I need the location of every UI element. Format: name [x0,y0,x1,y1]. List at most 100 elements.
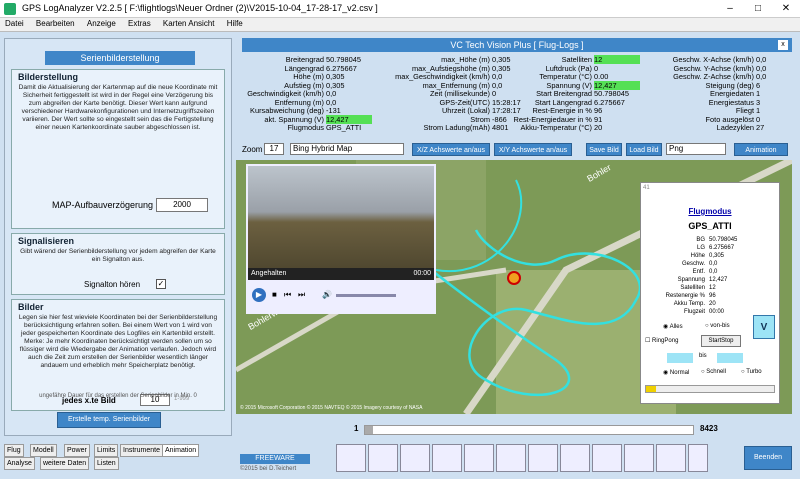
group-title: Bilder [18,302,44,312]
radio-normal[interactable]: ◉ Normal [663,369,689,376]
to-input[interactable] [717,353,743,363]
info-row: Satelliten 12 [645,285,777,293]
video-controls: ▶ ■ ⏮ ⏭ 🔊 [252,288,430,304]
radio-turbo[interactable]: ○ Turbo [741,369,762,375]
toolbar-radar-icon[interactable] [688,444,708,472]
info-value: 12 [709,285,716,291]
toolbar-fail-icon[interactable] [464,444,494,472]
menu-bearbeiten[interactable]: Bearbeiten [31,18,80,29]
radio-alles[interactable]: ◉ Alles [663,323,683,330]
radio-label: Turbo [746,369,762,375]
load-image-button[interactable]: Load Bild [626,143,662,156]
volume-slider[interactable] [336,294,396,297]
toolbar-warning-icon[interactable] [560,444,590,472]
tab-weitere-daten[interactable]: weitere Daten [40,457,90,470]
volume-icon[interactable]: 🔊 [322,290,332,299]
tab-flug[interactable]: Flug [4,444,24,457]
xy-axis-button[interactable]: X/Y Achswerte an/aus [494,143,572,156]
signal-group: Signalisieren Gibt wärend der Serienbild… [11,233,225,295]
minimize-button[interactable]: – [716,0,744,18]
signal-checkbox[interactable]: ✓ [156,279,166,289]
animation-button[interactable]: Animation [734,143,788,156]
bilder-description: Legen sie hier fest wieviele Koordinaten… [18,314,218,369]
menu-anzeige[interactable]: Anzeige [82,18,121,29]
info-value: 00:00 [709,309,725,315]
from-input[interactable] [667,353,693,363]
video-frame [248,166,434,268]
menu-extras[interactable]: Extras [123,18,156,29]
copyright-text: ©2015 bei D.Teichert [240,466,297,472]
video-player: Angehalten 00:00 ▶ ■ ⏮ ⏭ 🔊 [246,164,436,314]
close-button[interactable]: ✕ [772,0,800,18]
map-toolbar: Zoom 17 Bing Hybrid Map X/Z Achswerte an… [240,143,792,157]
info-value: 50.798045 [709,237,738,243]
tab-power[interactable]: Power [64,444,90,457]
slider-end-label: 8423 [700,424,718,433]
info-value: 20 [709,301,716,307]
toolbar-gps-icon[interactable] [368,444,398,472]
info-label: Entf. [692,269,705,275]
panel-header: Serienbilderstellung [45,51,195,65]
tab-animation[interactable]: Animation [162,444,200,457]
telemetry-label: Flugmodus [287,123,324,132]
main-header: VC Tech Vision Plus [ Flug-Logs ] [242,38,792,52]
toolbar-photo-icon[interactable] [432,444,462,472]
toolbar-atti-red-icon[interactable] [400,444,430,472]
bilderstellung-group: Bilderstellung Damit die Aktualisierung … [11,69,225,229]
play-icon[interactable]: ▶ [252,288,266,302]
flight-mode-value: GPS_ATTI [688,221,732,231]
signal-description: Gibt wärend der Serienbilderstellung vor… [20,248,216,263]
toolbar-atti-icon[interactable] [336,444,366,472]
tab-instrumente[interactable]: Instrumente [120,444,163,457]
stop-icon[interactable]: ■ [272,290,277,299]
menu-datei[interactable]: Datei [0,18,29,29]
toolbar-sliders-icon[interactable] [528,444,558,472]
toolbar-gohome-icon[interactable] [496,444,526,472]
info-rows: BG 50.798045 LG 6.275667 Höhe 0,305 Geschw. 0,0… [645,237,777,317]
start-stop-button[interactable]: StartStop [701,335,741,347]
zoom-input[interactable]: 17 [264,143,284,155]
video-state: Angehalten [251,270,287,277]
info-label: LG [696,245,705,251]
info-label: Restenergie % [665,293,705,299]
freeware-badge: FREEWARE [240,454,310,464]
save-image-button[interactable]: Save Bild [586,143,622,156]
delay-input[interactable]: 2000 [156,198,208,212]
v-button[interactable]: V [753,315,775,339]
signal-label: Signalton hören [84,280,141,289]
info-label: Satelliten [680,285,705,291]
prev-icon[interactable]: ⏮ [284,290,291,300]
map-view[interactable]: Bohlerweg Bohler © 2015 Microsoft Corpor… [236,160,792,414]
map-copyright: © 2015 Microsoft Corporation © 2015 NAVT… [240,405,423,411]
tab-modell[interactable]: Modell [30,444,57,457]
menu-hilfe[interactable]: Hilfe [222,18,248,29]
pingpong-checkbox[interactable]: ☐ RingPong [645,337,678,344]
create-series-button[interactable]: Erstelle temp. Serienbilder [57,412,161,428]
slider-thumb[interactable] [365,426,373,434]
info-label: Akku Temp. [673,301,705,307]
radio-label: Schnell [706,369,726,375]
map-type-select[interactable]: Bing Hybrid Map [290,143,404,155]
info-label: BG [696,237,705,243]
toolbar-target-icon[interactable] [656,444,686,472]
format-select[interactable]: Png [666,143,726,155]
menu-karten-ansicht[interactable]: Karten Ansicht [158,18,220,29]
radio-schnell[interactable]: ○ Schnell [701,369,726,375]
main-close-icon[interactable]: x [778,40,788,50]
bild-description: Damit die Aktualisierung der Kartenmap a… [18,84,218,131]
toolbar-export-icon[interactable] [592,444,622,472]
timeline-slider[interactable] [364,425,694,435]
tab-limits[interactable]: Limits [94,444,119,457]
info-label: Spannung [677,277,705,283]
info-value: 0,0 [709,269,718,275]
maximize-button[interactable]: □ [744,0,772,18]
info-value: 6.275667 [709,245,735,251]
tab-analyse[interactable]: Analyse [4,457,35,470]
tab-listen[interactable]: Listen [94,457,119,470]
xz-axis-button[interactable]: X/Z Achswerte an/aus [412,143,490,156]
next-icon[interactable]: ⏭ [298,290,305,300]
info-row: BG 50.798045 [645,237,777,245]
radio-vonbis[interactable]: ○ von-bis [705,323,730,329]
beenden-button[interactable]: Beenden [744,446,792,470]
toolbar-chart-icon[interactable] [624,444,654,472]
